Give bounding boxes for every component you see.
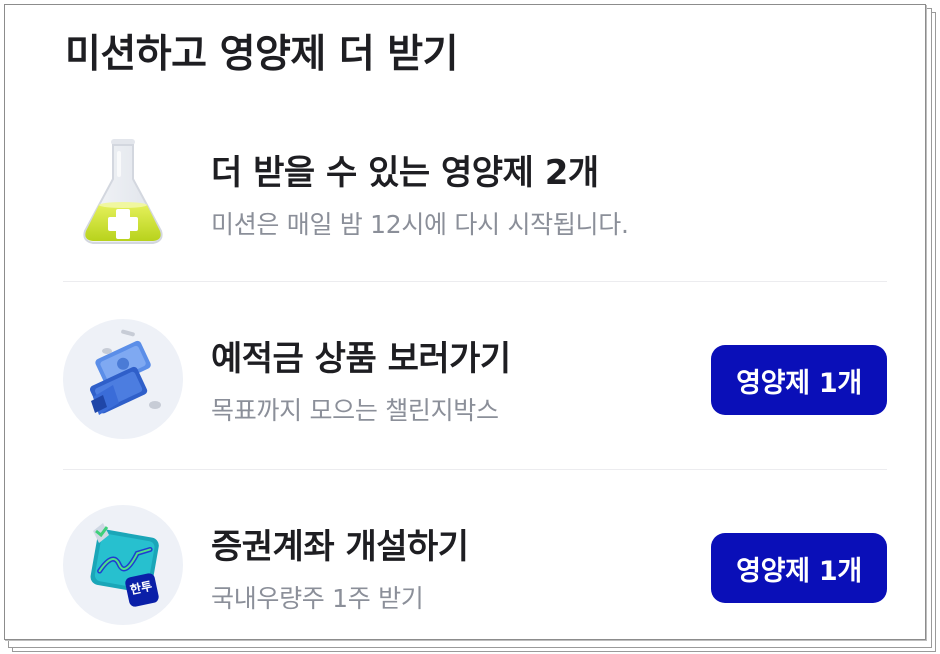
stock-chart-icon: 한투 (63, 505, 183, 625)
mission-subtitle: 국내우량주 1주 받기 (211, 584, 424, 613)
money-bundle-icon (63, 319, 183, 439)
mission-title: 증권계좌 개설하기 (211, 527, 469, 567)
summary-row: 더 받을 수 있는 영양제 2개 미션은 매일 밤 12시에 다시 시작됩니다. (5, 123, 925, 273)
divider (63, 281, 887, 282)
mission-title: 예적금 상품 보러가기 (211, 339, 511, 379)
summary-subtitle: 미션은 매일 밤 12시에 다시 시작됩니다. (211, 210, 629, 239)
mission-item-savings[interactable]: 예적금 상품 보러가기 목표까지 모으는 챌린지박스 영양제 1개 (5, 311, 925, 471)
mission-item-brokerage[interactable]: 한투 증권계좌 개설하기 국내우량주 1주 받기 영양제 1개 (5, 501, 925, 637)
mission-card: 미션하고 영양제 더 받기 더 받을 수 있는 영양제 2개 미션은 매일 밤 … (4, 4, 926, 640)
summary-title: 더 받을 수 있는 영양제 2개 (211, 153, 599, 193)
reward-button[interactable]: 영양제 1개 (711, 533, 887, 603)
divider (63, 469, 887, 470)
flask-plus-icon (63, 131, 183, 251)
mission-subtitle: 목표까지 모으는 챌린지박스 (211, 396, 499, 425)
page-title: 미션하고 영양제 더 받기 (65, 32, 459, 77)
reward-button[interactable]: 영양제 1개 (711, 345, 887, 415)
